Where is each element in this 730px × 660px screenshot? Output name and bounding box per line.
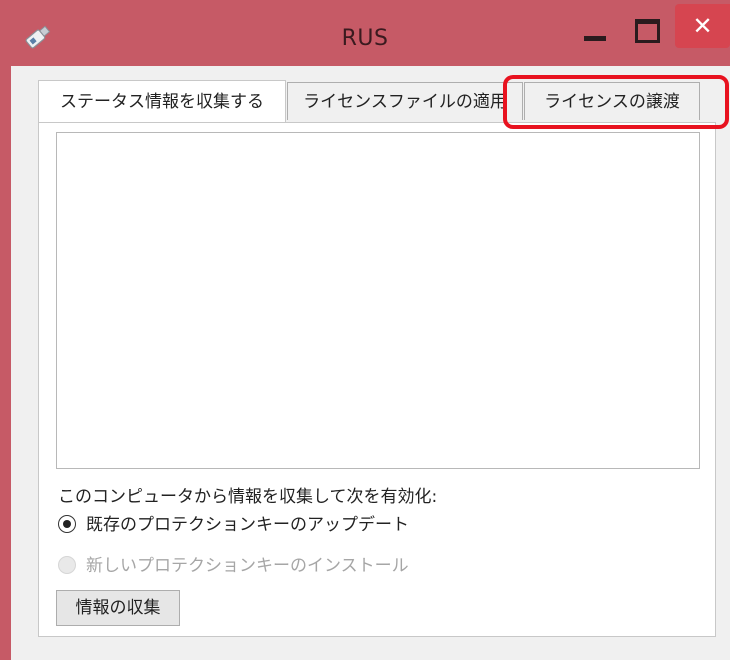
close-button[interactable]: ✕ (675, 4, 730, 48)
radio-update-existing-key-label: 既存のプロテクションキーのアップデート (86, 515, 409, 535)
status-info-textarea[interactable] (56, 132, 700, 469)
radio-install-new-key-label: 新しいプロテクションキーのインストール (86, 556, 409, 576)
collect-info-button[interactable]: 情報の収集 (56, 590, 180, 626)
maximize-button[interactable] (624, 10, 670, 50)
tab-collect-status[interactable]: ステータス情報を収集する (38, 80, 286, 122)
annotation-highlight-box (503, 75, 729, 129)
collect-description-label: このコンピュータから情報を収集して次を有効化: (58, 487, 438, 507)
app-window: RUS ✕ ステータス情報を収集する ライセンスファイルの適用 ライセンスの譲渡… (0, 0, 730, 660)
close-icon: ✕ (692, 12, 713, 40)
radio-disabled-icon (58, 556, 76, 574)
title-bar[interactable]: RUS ✕ (0, 0, 730, 66)
minimize-button[interactable] (572, 10, 618, 50)
tab-apply-license-file[interactable]: ライセンスファイルの適用 (287, 82, 523, 120)
radio-selected-icon[interactable] (58, 515, 76, 533)
window-title: RUS (341, 26, 389, 51)
